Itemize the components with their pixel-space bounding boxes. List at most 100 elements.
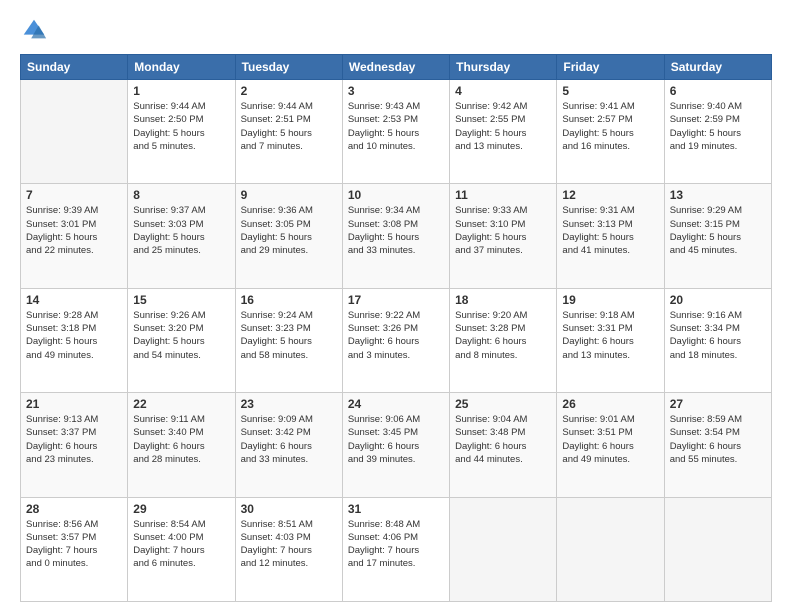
calendar-cell: 16 Sunrise: 9:24 AM Sunset: 3:23 PM Dayli…: [235, 288, 342, 392]
calendar-cell: 3 Sunrise: 9:43 AM Sunset: 2:53 PM Daylig…: [342, 80, 449, 184]
logo-icon: [20, 16, 48, 44]
calendar-cell: 18 Sunrise: 9:20 AM Sunset: 3:28 PM Dayli…: [450, 288, 557, 392]
day-number: 15: [133, 293, 229, 307]
day-number: 22: [133, 397, 229, 411]
calendar-cell: [557, 497, 664, 601]
day-info: Sunrise: 9:42 AM Sunset: 2:55 PM Dayligh…: [455, 100, 551, 153]
calendar-cell: 25Sunrise: 9:04 AM Sunset: 3:48 PM Dayli…: [450, 393, 557, 497]
calendar-cell: 12 Sunrise: 9:31 AM Sunset: 3:13 PM Dayli…: [557, 184, 664, 288]
day-info: Sunrise: 9:28 AM Sunset: 3:18 PM Dayligh…: [26, 309, 122, 362]
calendar-header-monday: Monday: [128, 55, 235, 80]
calendar-cell: 2Sunrise: 9:44 AM Sunset: 2:51 PM Daylig…: [235, 80, 342, 184]
calendar-cell: 7Sunrise: 9:39 AM Sunset: 3:01 PM Daylig…: [21, 184, 128, 288]
calendar-cell: 5Sunrise: 9:41 AM Sunset: 2:57 PM Daylig…: [557, 80, 664, 184]
calendar-week-5: 28Sunrise: 8:56 AM Sunset: 3:57 PM Dayli…: [21, 497, 772, 601]
day-info: Sunrise: 9:13 AM Sunset: 3:37 PM Dayligh…: [26, 413, 122, 466]
day-info: Sunrise: 9:04 AM Sunset: 3:48 PM Dayligh…: [455, 413, 551, 466]
calendar-cell: [450, 497, 557, 601]
calendar-cell: 17 Sunrise: 9:22 AM Sunset: 3:26 PM Dayli…: [342, 288, 449, 392]
day-info: Sunrise: 9:34 AM Sunset: 3:08 PM Dayligh…: [348, 204, 444, 257]
calendar-cell: 4 Sunrise: 9:42 AM Sunset: 2:55 PM Daylig…: [450, 80, 557, 184]
calendar-cell: 9 Sunrise: 9:36 AM Sunset: 3:05 PM Daylig…: [235, 184, 342, 288]
day-number: 31: [348, 502, 444, 516]
calendar-week-3: 14Sunrise: 9:28 AM Sunset: 3:18 PM Dayli…: [21, 288, 772, 392]
calendar-cell: 30 Sunrise: 8:51 AM Sunset: 4:03 PM Dayli…: [235, 497, 342, 601]
calendar-cell: 27 Sunrise: 8:59 AM Sunset: 3:54 PM Dayli…: [664, 393, 771, 497]
day-info: Sunrise: 8:48 AM Sunset: 4:06 PM Dayligh…: [348, 518, 444, 571]
calendar-header-friday: Friday: [557, 55, 664, 80]
calendar-week-1: 1 Sunrise: 9:44 AM Sunset: 2:50 PM Daylig…: [21, 80, 772, 184]
day-info: Sunrise: 9:01 AM Sunset: 3:51 PM Dayligh…: [562, 413, 658, 466]
calendar-cell: 22 Sunrise: 9:11 AM Sunset: 3:40 PM Dayli…: [128, 393, 235, 497]
calendar-cell: 19 Sunrise: 9:18 AM Sunset: 3:31 PM Dayli…: [557, 288, 664, 392]
day-number: 11: [455, 188, 551, 202]
day-info: Sunrise: 9:29 AM Sunset: 3:15 PM Dayligh…: [670, 204, 766, 257]
day-info: Sunrise: 9:26 AM Sunset: 3:20 PM Dayligh…: [133, 309, 229, 362]
day-number: 6: [670, 84, 766, 98]
calendar-week-4: 21Sunrise: 9:13 AM Sunset: 3:37 PM Dayli…: [21, 393, 772, 497]
day-number: 3: [348, 84, 444, 98]
calendar-cell: 14Sunrise: 9:28 AM Sunset: 3:18 PM Dayli…: [21, 288, 128, 392]
calendar-cell: 13 Sunrise: 9:29 AM Sunset: 3:15 PM Dayli…: [664, 184, 771, 288]
calendar-cell: 1 Sunrise: 9:44 AM Sunset: 2:50 PM Daylig…: [128, 80, 235, 184]
calendar-cell: 10 Sunrise: 9:34 AM Sunset: 3:08 PM Dayli…: [342, 184, 449, 288]
day-number: 18: [455, 293, 551, 307]
day-number: 1: [133, 84, 229, 98]
calendar-table: SundayMondayTuesdayWednesdayThursdayFrid…: [20, 54, 772, 602]
calendar-cell: 20 Sunrise: 9:16 AM Sunset: 3:34 PM Dayli…: [664, 288, 771, 392]
day-number: 8: [133, 188, 229, 202]
day-number: 28: [26, 502, 122, 516]
calendar-cell: 29 Sunrise: 8:54 AM Sunset: 4:00 PM Dayli…: [128, 497, 235, 601]
calendar-cell: 31 Sunrise: 8:48 AM Sunset: 4:06 PM Dayli…: [342, 497, 449, 601]
day-number: 19: [562, 293, 658, 307]
day-number: 5: [562, 84, 658, 98]
day-number: 17: [348, 293, 444, 307]
calendar-header-row: SundayMondayTuesdayWednesdayThursdayFrid…: [21, 55, 772, 80]
day-info: Sunrise: 9:20 AM Sunset: 3:28 PM Dayligh…: [455, 309, 551, 362]
calendar-cell: 23Sunrise: 9:09 AM Sunset: 3:42 PM Dayli…: [235, 393, 342, 497]
day-info: Sunrise: 9:36 AM Sunset: 3:05 PM Dayligh…: [241, 204, 337, 257]
day-info: Sunrise: 9:31 AM Sunset: 3:13 PM Dayligh…: [562, 204, 658, 257]
day-number: 29: [133, 502, 229, 516]
calendar-cell: 28Sunrise: 8:56 AM Sunset: 3:57 PM Dayli…: [21, 497, 128, 601]
day-number: 9: [241, 188, 337, 202]
day-number: 16: [241, 293, 337, 307]
day-info: Sunrise: 9:16 AM Sunset: 3:34 PM Dayligh…: [670, 309, 766, 362]
calendar-week-2: 7Sunrise: 9:39 AM Sunset: 3:01 PM Daylig…: [21, 184, 772, 288]
day-number: 27: [670, 397, 766, 411]
day-number: 10: [348, 188, 444, 202]
day-info: Sunrise: 8:54 AM Sunset: 4:00 PM Dayligh…: [133, 518, 229, 571]
day-info: Sunrise: 9:09 AM Sunset: 3:42 PM Dayligh…: [241, 413, 337, 466]
calendar-cell: 24Sunrise: 9:06 AM Sunset: 3:45 PM Dayli…: [342, 393, 449, 497]
day-number: 24: [348, 397, 444, 411]
calendar-cell: 26 Sunrise: 9:01 AM Sunset: 3:51 PM Dayli…: [557, 393, 664, 497]
calendar-header-wednesday: Wednesday: [342, 55, 449, 80]
day-number: 20: [670, 293, 766, 307]
day-number: 12: [562, 188, 658, 202]
day-number: 26: [562, 397, 658, 411]
day-number: 2: [241, 84, 337, 98]
day-info: Sunrise: 9:43 AM Sunset: 2:53 PM Dayligh…: [348, 100, 444, 153]
calendar-cell: 8Sunrise: 9:37 AM Sunset: 3:03 PM Daylig…: [128, 184, 235, 288]
day-info: Sunrise: 9:40 AM Sunset: 2:59 PM Dayligh…: [670, 100, 766, 153]
calendar-cell: 15 Sunrise: 9:26 AM Sunset: 3:20 PM Dayli…: [128, 288, 235, 392]
day-info: Sunrise: 9:24 AM Sunset: 3:23 PM Dayligh…: [241, 309, 337, 362]
day-info: Sunrise: 9:11 AM Sunset: 3:40 PM Dayligh…: [133, 413, 229, 466]
calendar-header-tuesday: Tuesday: [235, 55, 342, 80]
day-info: Sunrise: 9:44 AM Sunset: 2:50 PM Dayligh…: [133, 100, 229, 153]
calendar-cell: [21, 80, 128, 184]
day-info: Sunrise: 9:22 AM Sunset: 3:26 PM Dayligh…: [348, 309, 444, 362]
calendar-cell: [664, 497, 771, 601]
logo: [20, 16, 52, 44]
day-number: 13: [670, 188, 766, 202]
day-info: Sunrise: 9:33 AM Sunset: 3:10 PM Dayligh…: [455, 204, 551, 257]
day-number: 4: [455, 84, 551, 98]
day-info: Sunrise: 8:51 AM Sunset: 4:03 PM Dayligh…: [241, 518, 337, 571]
day-info: Sunrise: 8:59 AM Sunset: 3:54 PM Dayligh…: [670, 413, 766, 466]
day-number: 7: [26, 188, 122, 202]
page: SundayMondayTuesdayWednesdayThursdayFrid…: [0, 0, 792, 612]
day-info: Sunrise: 9:18 AM Sunset: 3:31 PM Dayligh…: [562, 309, 658, 362]
header: [20, 16, 772, 44]
day-number: 30: [241, 502, 337, 516]
calendar-cell: 11 Sunrise: 9:33 AM Sunset: 3:10 PM Dayli…: [450, 184, 557, 288]
